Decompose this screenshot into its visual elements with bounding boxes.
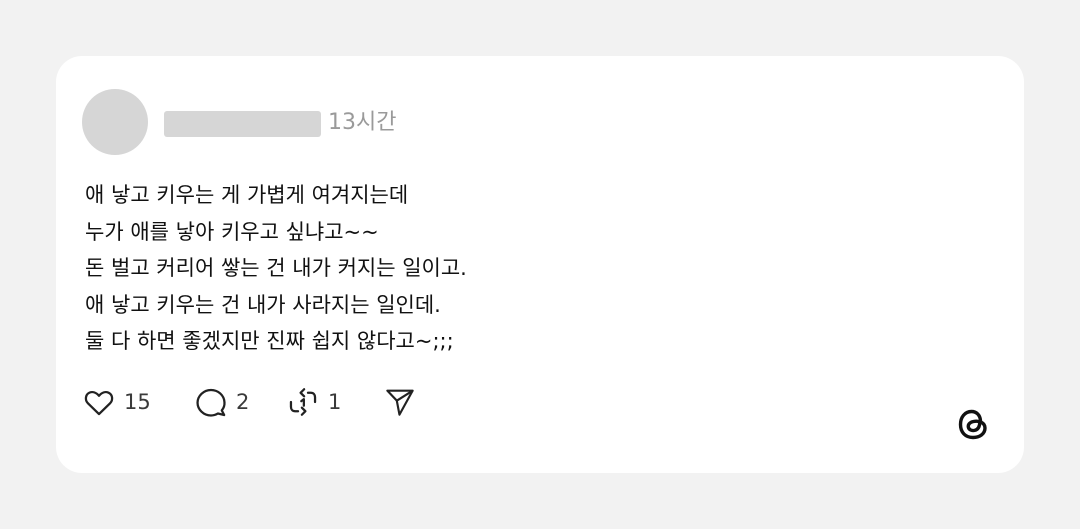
avatar[interactable] bbox=[82, 89, 148, 155]
post-line: 누가 애를 낳아 키우고 싶냐고~~ bbox=[85, 219, 379, 244]
post-line: 애 낳고 키우는 게 가볍게 여겨지는데 bbox=[85, 183, 409, 207]
action-bar: 15 2 1 bbox=[82, 384, 420, 420]
comment-count: 2 bbox=[236, 390, 250, 414]
post-card: 13시간 애 낳고 키우는 게 가볍게 여겨지는데 누가 애를 낳아 키우고 싶… bbox=[56, 56, 1024, 473]
send-icon bbox=[386, 389, 414, 416]
post-time: 13시간 bbox=[328, 110, 397, 135]
like-count: 15 bbox=[124, 390, 151, 414]
threads-logo-icon bbox=[958, 409, 987, 440]
post-text: 애 낳고 키우는 게 가볍게 여겨지는데 누가 애를 낳아 키우고 싶냐고~~ … bbox=[85, 177, 985, 360]
heart-icon bbox=[84, 390, 114, 416]
post-line: 돈 벌고 커리어 쌓는 건 내가 커지는 일이고. bbox=[85, 256, 467, 280]
repost-button[interactable]: 1 bbox=[286, 384, 384, 420]
post-line: 둘 다 하면 좋겠지만 진짜 쉽지 않다고~;;; bbox=[85, 329, 454, 353]
share-button[interactable] bbox=[384, 384, 420, 420]
comment-button[interactable]: 2 bbox=[194, 384, 286, 420]
repost-icon bbox=[289, 388, 317, 416]
username-redacted[interactable] bbox=[164, 111, 321, 137]
repost-count: 1 bbox=[328, 390, 342, 414]
post-line: 애 낳고 키우는 건 내가 사라지는 일인데. bbox=[85, 292, 441, 317]
comment-bubble-icon bbox=[196, 388, 226, 417]
like-button[interactable]: 15 bbox=[82, 384, 194, 420]
